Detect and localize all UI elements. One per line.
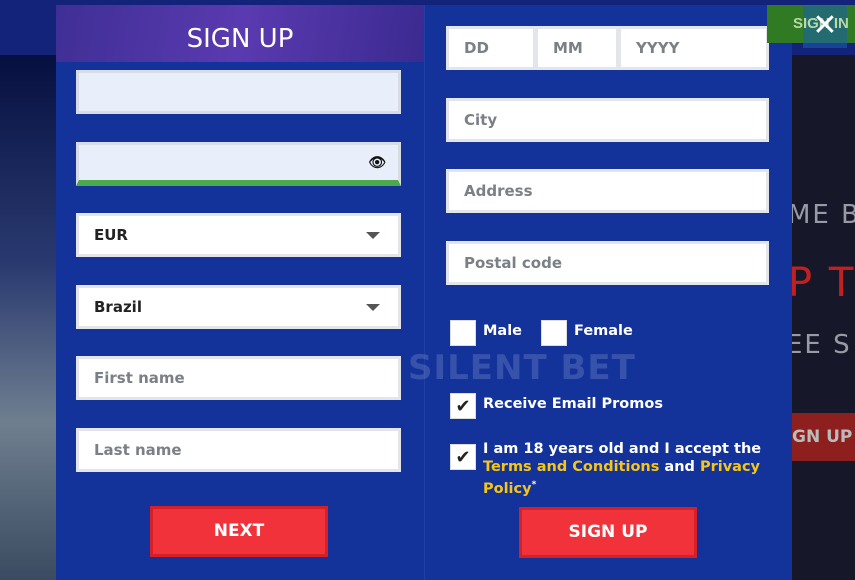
email-promos-checkbox[interactable]: ✔ [450, 393, 476, 419]
sign-up-button[interactable]: SIGN UP [519, 507, 697, 558]
sign-in-label[interactable]: SIGN IN [793, 5, 849, 43]
watermark: SILENT BET [408, 348, 636, 388]
birth-day-input[interactable]: DD [446, 26, 536, 70]
country-select[interactable]: Brazil [76, 285, 401, 329]
banner-text: P TO [792, 260, 855, 306]
terms-checkbox[interactable]: ✔ [450, 444, 476, 470]
terms-label: I am 18 years old and I accept the Terms… [483, 440, 773, 498]
divider [424, 5, 425, 580]
modal-header: SIGN UP [56, 5, 424, 62]
male-checkbox[interactable] [450, 320, 476, 346]
background-image [0, 55, 56, 580]
terms-text: I am 18 years old and I accept the [483, 441, 762, 457]
first-name-input[interactable]: First name [76, 356, 401, 400]
terms-link[interactable]: Terms and Conditions [483, 459, 659, 475]
banner-text: EE S [792, 330, 852, 360]
terms-text: and [659, 459, 700, 475]
birth-year-input[interactable]: YYYY [618, 26, 769, 70]
required-marker: * [531, 480, 537, 490]
email-field[interactable] [76, 70, 401, 114]
chevron-down-icon [366, 232, 380, 239]
male-label: Male [483, 323, 523, 339]
page-title: SIGN UP [186, 24, 294, 54]
banner-signup-button[interactable]: GN UP [792, 413, 855, 461]
currency-value: EUR [94, 226, 128, 244]
signup-modal: SIGN UP 👁 EUR Brazil First name Last nam… [56, 5, 792, 580]
country-value: Brazil [94, 298, 142, 316]
banner-text: ME BO [792, 200, 855, 230]
postal-code-input[interactable]: Postal code [446, 241, 769, 285]
email-promos-label: Receive Email Promos [483, 396, 663, 412]
checkmark-icon: ✔ [455, 396, 471, 417]
address-input[interactable]: Address [446, 169, 769, 213]
female-checkbox[interactable] [541, 320, 567, 346]
last-name-input[interactable]: Last name [76, 428, 401, 472]
city-input[interactable]: City [446, 98, 769, 142]
birth-month-input[interactable]: MM [535, 26, 619, 70]
next-button[interactable]: NEXT [150, 506, 328, 557]
password-field[interactable]: 👁 [76, 142, 401, 186]
eye-icon[interactable]: 👁 [368, 155, 386, 171]
currency-select[interactable]: EUR [76, 213, 401, 257]
checkmark-icon: ✔ [455, 447, 471, 468]
chevron-down-icon [366, 304, 380, 311]
promo-banner: ME BO P TO EE S GN UP [792, 55, 855, 580]
female-label: Female [574, 323, 633, 339]
